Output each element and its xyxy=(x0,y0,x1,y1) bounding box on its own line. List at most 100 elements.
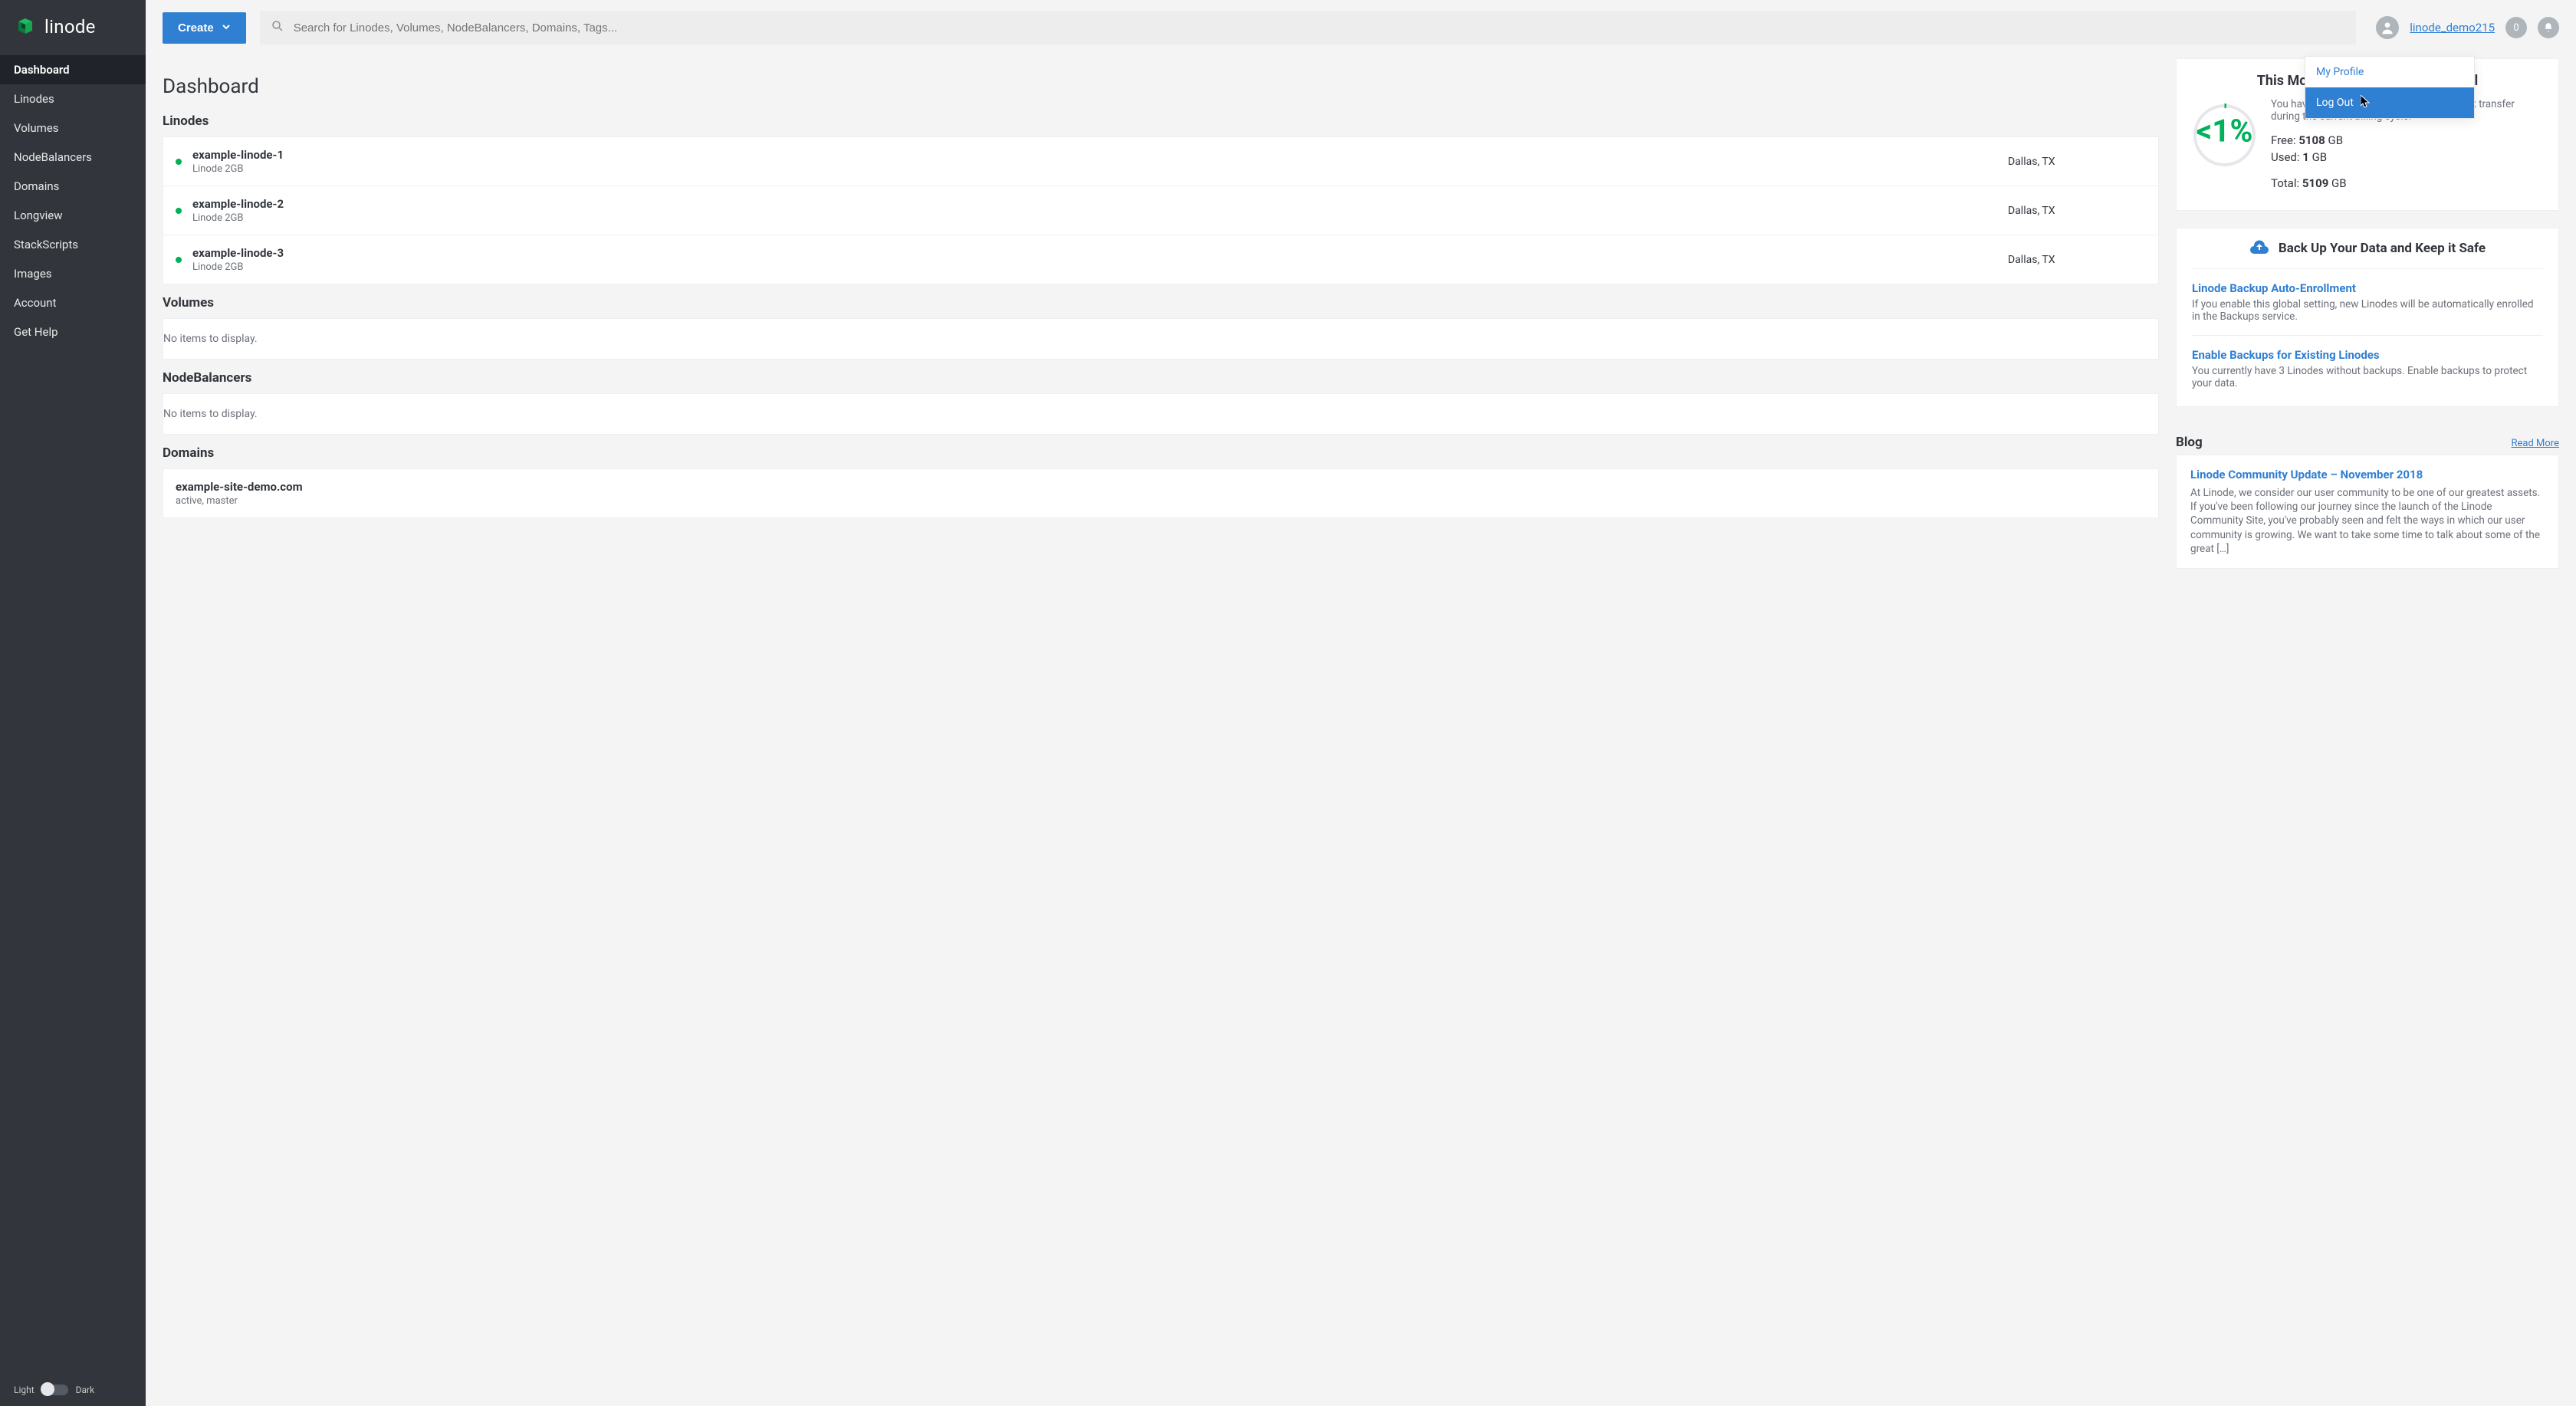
section-title-volumes: Volumes xyxy=(163,295,2159,310)
linode-region: Dallas, TX xyxy=(2008,254,2146,266)
section-title-domains: Domains xyxy=(163,445,2159,461)
linode-row[interactable]: example-linode-3 Linode 2GB Dallas, TX xyxy=(163,235,2158,284)
backup-item-desc: If you enable this global setting, new L… xyxy=(2192,298,2543,323)
transfer-free: Free: 5108 GB xyxy=(2271,133,2543,147)
linode-plan: Linode 2GB xyxy=(192,163,2008,175)
sidebar-item-longview[interactable]: Longview xyxy=(0,201,146,230)
domains-panel: example-site-demo.com active, master xyxy=(163,468,2159,518)
sidebar-item-volumes[interactable]: Volumes xyxy=(0,113,146,143)
linodes-panel: example-linode-1 Linode 2GB Dallas, TX e… xyxy=(163,136,2159,284)
sidebar-item-nodebalancers[interactable]: NodeBalancers xyxy=(0,143,146,172)
user-menu-profile[interactable]: My Profile xyxy=(2305,57,2474,87)
status-dot-icon xyxy=(176,208,182,214)
sidebar-item-domains[interactable]: Domains xyxy=(0,172,146,201)
domain-name: example-site-demo.com xyxy=(176,480,2146,494)
linode-name: example-linode-3 xyxy=(192,246,2008,260)
sidebar-item-dashboard[interactable]: Dashboard xyxy=(0,55,146,84)
user-menu: My Profile Log Out xyxy=(2305,56,2475,119)
blog-section: Blog Read More Linode Community Update –… xyxy=(2176,424,2559,569)
sidebar-item-linodes[interactable]: Linodes xyxy=(0,84,146,113)
cursor-icon xyxy=(2361,95,2371,109)
linode-plan: Linode 2GB xyxy=(192,212,2008,224)
blog-post-desc: At Linode, we consider our user communit… xyxy=(2190,486,2545,556)
avatar-icon[interactable] xyxy=(2376,16,2399,39)
linode-row[interactable]: example-linode-1 Linode 2GB Dallas, TX xyxy=(163,137,2158,186)
app: linode Dashboard Linodes Volumes NodeBal… xyxy=(0,0,2576,1406)
transfer-free-unit: GB xyxy=(2328,133,2344,147)
backup-item-title: Linode Backup Auto-Enrollment xyxy=(2192,281,2543,295)
domain-row[interactable]: example-site-demo.com active, master xyxy=(163,469,2158,517)
chevron-down-icon xyxy=(222,21,231,34)
transfer-used: Used: 1 GB xyxy=(2271,150,2543,164)
create-button-label: Create xyxy=(178,21,214,34)
volumes-empty: No items to display. xyxy=(163,319,2158,359)
linode-row[interactable]: example-linode-2 Linode 2GB Dallas, TX xyxy=(163,186,2158,235)
theme-toggle[interactable] xyxy=(42,1385,68,1395)
transfer-total-value: 5109 xyxy=(2302,176,2328,190)
sidebar-nav: Dashboard Linodes Volumes NodeBalancers … xyxy=(0,55,146,347)
transfer-free-label: Free: xyxy=(2271,133,2296,147)
backup-card: Back Up Your Data and Keep it Safe Linod… xyxy=(2176,228,2559,407)
volumes-panel: No items to display. xyxy=(163,318,2159,360)
bell-icon[interactable] xyxy=(2538,17,2559,38)
blog-read-more-link[interactable]: Read More xyxy=(2512,438,2559,449)
create-button[interactable]: Create xyxy=(163,12,246,44)
backup-item-title: Enable Backups for Existing Linodes xyxy=(2192,348,2543,362)
status-dot-icon xyxy=(176,159,182,165)
topbar: Create linode_demo215 0 xyxy=(146,0,2576,55)
linode-region: Dallas, TX xyxy=(2008,156,2146,168)
search[interactable] xyxy=(260,11,2357,44)
transfer-used-unit: GB xyxy=(2312,150,2328,164)
cloud-upload-icon xyxy=(2249,239,2269,258)
transfer-used-label: Used: xyxy=(2271,150,2300,164)
backup-item-desc: You currently have 3 Linodes without bac… xyxy=(2192,365,2543,389)
transfer-used-value: 1 xyxy=(2302,150,2309,164)
sidebar-item-images[interactable]: Images xyxy=(0,259,146,288)
left-column: Dashboard Linodes example-linode-1 Linod… xyxy=(163,58,2159,518)
theme-toggle-row: Light Dark xyxy=(0,1385,146,1395)
user-block: linode_demo215 0 My Profile Log Out xyxy=(2370,16,2559,39)
linode-plan: Linode 2GB xyxy=(192,261,2008,273)
status-dot-icon xyxy=(176,257,182,263)
logo-icon xyxy=(14,15,37,38)
sidebar-item-account[interactable]: Account xyxy=(0,288,146,317)
user-menu-logout-label: Log Out xyxy=(2316,97,2354,109)
search-icon xyxy=(271,19,284,36)
username-link[interactable]: linode_demo215 xyxy=(2410,21,2495,34)
transfer-total-label: Total: xyxy=(2271,176,2299,190)
brand[interactable]: linode xyxy=(0,0,146,55)
transfer-total: Total: 5109 GB xyxy=(2271,176,2543,190)
transfer-free-value: 5108 xyxy=(2298,133,2325,147)
blog-post-title: Linode Community Update – November 2018 xyxy=(2190,468,2545,481)
backup-item[interactable]: Enable Backups for Existing Linodes You … xyxy=(2192,336,2543,402)
section-title-nodebalancers: NodeBalancers xyxy=(163,370,2159,386)
transfer-chart: <1% xyxy=(2192,98,2257,168)
section-title-linodes: Linodes xyxy=(163,113,2159,129)
blog-post[interactable]: Linode Community Update – November 2018 … xyxy=(2176,455,2559,569)
blog-title: Blog xyxy=(2176,435,2203,450)
linode-region: Dallas, TX xyxy=(2008,205,2146,217)
sidebar-item-gethelp[interactable]: Get Help xyxy=(0,317,146,347)
transfer-percent-label: <1% xyxy=(2196,113,2253,149)
theme-label-light: Light xyxy=(14,1385,34,1395)
right-column: This Month's Network Transfer Pool <1% Y… xyxy=(2176,58,2559,569)
page-title: Dashboard xyxy=(163,75,2159,98)
search-input[interactable] xyxy=(284,14,2346,42)
transfer-total-unit: GB xyxy=(2331,176,2347,190)
content: Dashboard Linodes example-linode-1 Linod… xyxy=(146,55,2576,1406)
backup-item[interactable]: Linode Backup Auto-Enrollment If you ena… xyxy=(2192,269,2543,336)
main: Create linode_demo215 0 xyxy=(146,0,2576,1406)
domain-status: active, master xyxy=(176,495,2146,507)
nodebalancers-panel: No items to display. xyxy=(163,393,2159,435)
linode-name: example-linode-1 xyxy=(192,148,2008,162)
linode-name: example-linode-2 xyxy=(192,197,2008,211)
backup-header: Back Up Your Data and Keep it Safe xyxy=(2192,228,2543,269)
backup-header-title: Back Up Your Data and Keep it Safe xyxy=(2279,241,2486,256)
nodebalancers-empty: No items to display. xyxy=(163,394,2158,434)
notifications-count[interactable]: 0 xyxy=(2505,17,2527,38)
theme-label-dark: Dark xyxy=(76,1385,95,1395)
user-menu-logout[interactable]: Log Out xyxy=(2305,87,2474,118)
brand-name: linode xyxy=(44,16,96,38)
sidebar-item-stackscripts[interactable]: StackScripts xyxy=(0,230,146,259)
sidebar: linode Dashboard Linodes Volumes NodeBal… xyxy=(0,0,146,1406)
